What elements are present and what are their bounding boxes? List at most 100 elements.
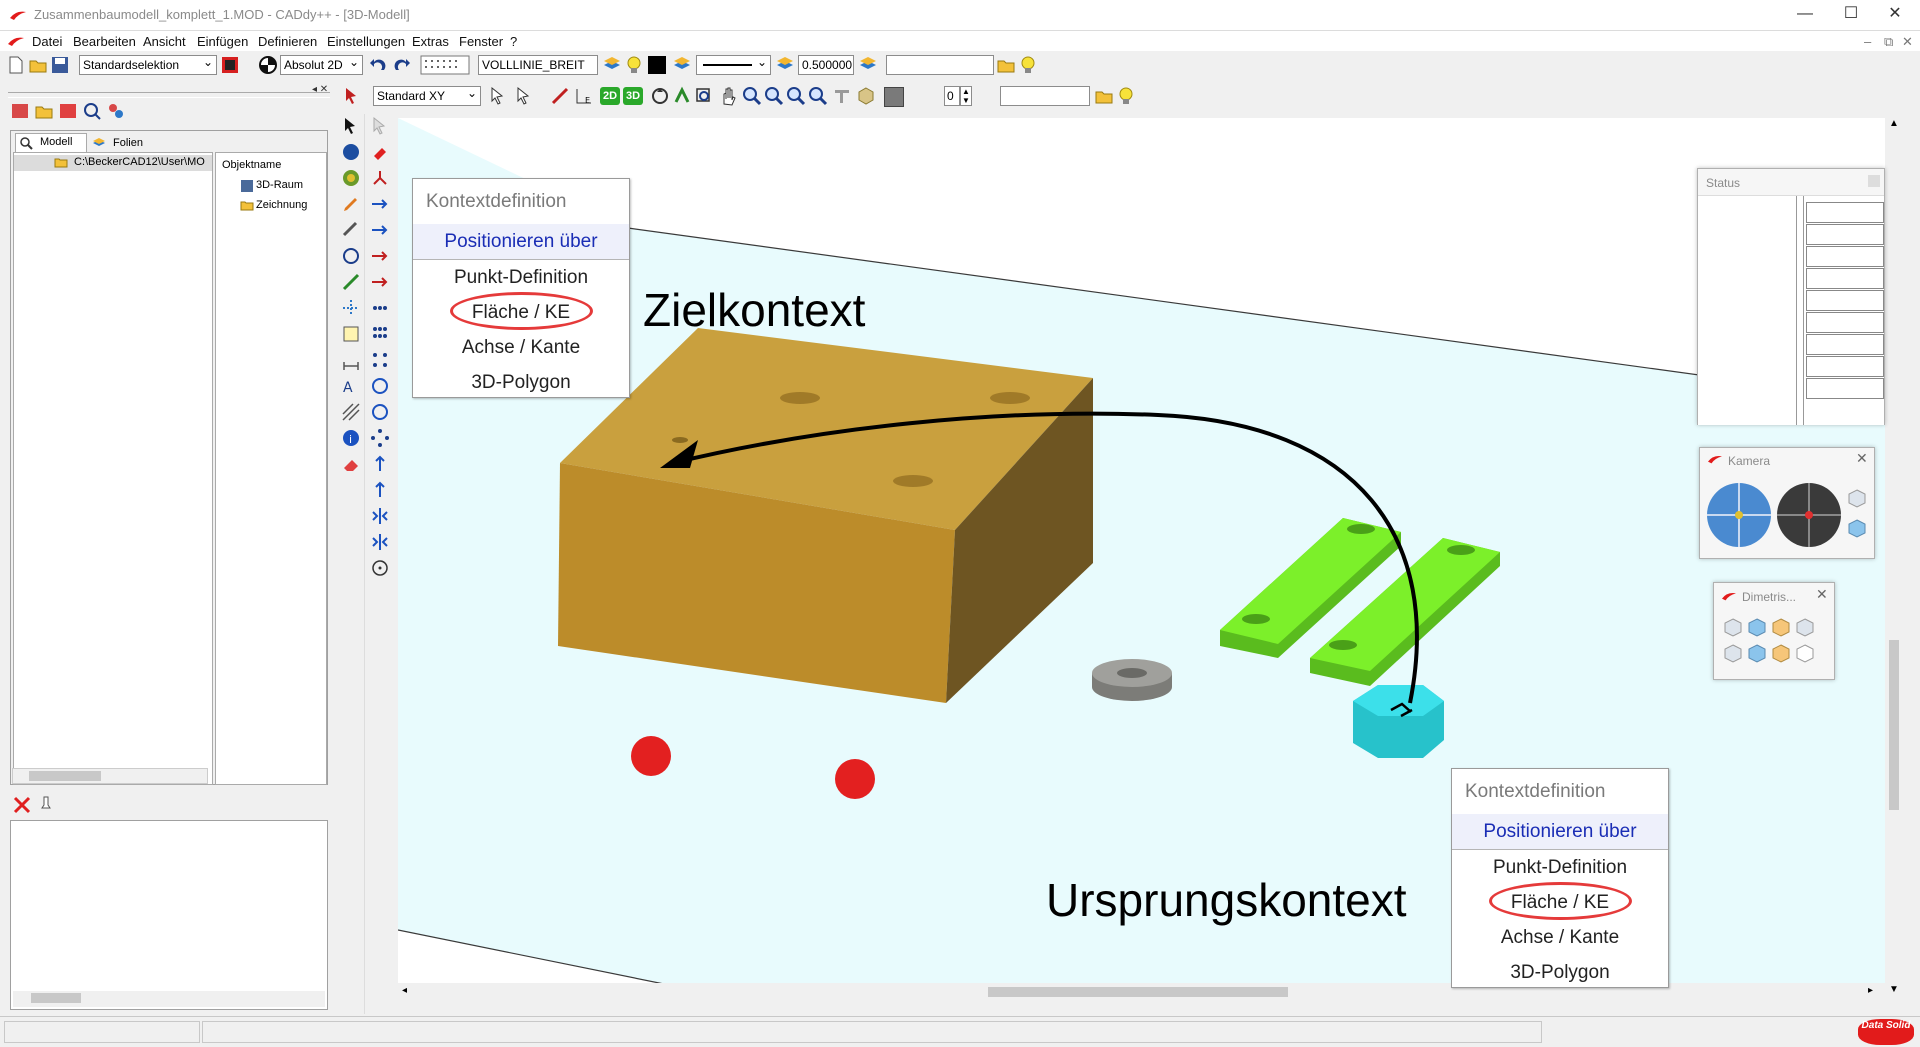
view-3d-button[interactable]: 3D [623,87,643,105]
ctx-origin-positionieren[interactable]: Positionieren über [1452,814,1668,850]
modify-tool-icon[interactable] [341,220,361,240]
zoom-all-icon[interactable] [786,86,806,106]
ctx-origin-3d-polygon[interactable]: 3D-Polygon [1452,955,1668,990]
viewport-hscroll-thumb[interactable] [988,987,1288,997]
copy-red-icon[interactable] [370,246,390,266]
orbit-icon[interactable] [650,86,670,106]
move-double-icon[interactable] [370,220,390,240]
object-3d-raum[interactable]: 3D-Raum [256,179,303,191]
scroll-up-icon[interactable]: ▲ [1889,118,1899,129]
minimize-button[interactable]: — [1790,4,1820,24]
object-zeichnung[interactable]: Zeichnung [256,199,307,211]
eraser-icon[interactable] [341,454,361,474]
grid-toggle-icon[interactable] [420,55,470,75]
info-icon[interactable]: i [341,428,361,448]
model-tree-tool-icon[interactable] [10,101,30,121]
edge-icon[interactable]: E [574,86,594,106]
copy-multi-icon[interactable] [370,272,390,292]
snap-icon[interactable] [488,86,508,106]
toolbar2-text-field[interactable] [1000,86,1090,106]
layer-number-field[interactable]: 0 [944,86,960,106]
ctx-target-positionieren[interactable]: Positionieren über [413,224,629,260]
color-swatch[interactable] [648,56,666,74]
view-plane-select[interactable]: Standard XY [373,86,481,106]
tree-path[interactable]: C:\BeckerCAD12\User\MO [74,156,205,168]
zoom-in-icon[interactable] [742,86,762,106]
pencil-tool-icon[interactable] [341,194,361,214]
camera-globe-dark-icon[interactable] [1774,480,1844,550]
menu-definieren[interactable]: Definieren [258,34,317,49]
rotate-tool-icon[interactable] [341,246,361,266]
camera-globe-blue-icon[interactable] [1704,480,1774,550]
text-area-icon[interactable] [341,324,361,344]
sphere-tool-icon[interactable] [341,142,361,162]
layer-color-icon[interactable] [672,55,692,75]
line-width-icon[interactable] [775,55,795,75]
maximize-button[interactable]: ☐ [1836,4,1866,24]
coordinate-mode-select[interactable]: Absolut 2D [280,55,363,75]
status-close-button[interactable] [1868,175,1880,187]
tab-folien[interactable]: Folien [89,135,159,151]
view-cube-3-icon[interactable] [1770,617,1792,639]
bulb-view-icon[interactable] [1116,86,1136,106]
pattern-polar-icon[interactable] [370,428,390,448]
view-cube-6-icon[interactable] [1746,643,1768,665]
select-arrow-icon[interactable] [341,116,361,136]
view-cube-7-icon[interactable] [1770,643,1792,665]
viewport-vscroll-thumb[interactable] [1889,640,1899,810]
menu-bearbeiten[interactable]: Bearbeiten [73,34,136,49]
move-blue-icon[interactable] [370,194,390,214]
redo-icon[interactable] [392,55,412,75]
properties-scrollbar[interactable] [13,991,325,1007]
view-2d-button[interactable]: 2D [600,87,620,105]
kamera-close-icon[interactable]: ✕ [1856,450,1868,467]
pin-icon[interactable] [36,795,56,815]
walk-icon[interactable] [672,86,692,106]
open-folder-icon[interactable] [28,55,48,75]
search-object-icon[interactable] [82,101,102,121]
view-cube-8-icon[interactable] [1794,643,1816,665]
left-panel-grip[interactable] [8,92,330,98]
scroll-down-icon[interactable]: ▼ [1889,984,1899,995]
layer-props-icon[interactable] [858,55,878,75]
tree-scrollbar[interactable] [12,768,208,784]
section-plane-icon[interactable] [832,86,852,106]
ctx-target-punkt-definition[interactable]: Punkt-Definition [413,260,629,295]
toolbar1-text-field[interactable] [886,55,994,75]
selection-mode-select[interactable]: Standardselektion [79,55,217,75]
settings-objects-icon[interactable] [106,101,126,121]
pan-hand-icon[interactable] [718,86,738,106]
menu-help[interactable]: ? [510,34,517,49]
view-cube-2-icon[interactable] [1746,617,1768,639]
undo-icon[interactable] [368,55,388,75]
move-red-icon[interactable] [370,142,390,162]
camera-cube-bottom-icon[interactable] [1846,518,1868,540]
point-target-icon[interactable] [370,558,390,578]
view-cube-1-icon[interactable] [1722,617,1744,639]
menu-extras[interactable]: Extras [412,34,449,49]
pointer-tool-icon[interactable] [342,86,362,106]
ctx-target-3d-polygon[interactable]: 3D-Polygon [413,365,629,400]
disabled-pointer-icon[interactable] [370,116,390,136]
camera-cube-top-icon[interactable] [1846,488,1868,510]
shade-color-swatch[interactable] [884,87,904,107]
line-tool-icon[interactable] [341,272,361,292]
mdi-minimize-button[interactable]: – [1864,34,1871,49]
mdi-close-button[interactable]: ✕ [1902,34,1913,50]
view-cube-4-icon[interactable] [1794,617,1816,639]
globe-tool-icon[interactable] [341,168,361,188]
line-type-select[interactable] [696,55,771,75]
render-cube-icon[interactable] [856,86,876,106]
snap-mode-icon[interactable] [514,86,534,106]
delete-icon[interactable] [12,795,32,815]
dimension-tool-icon[interactable] [341,350,361,370]
scroll-right-icon[interactable]: ▸ [1868,985,1873,996]
pattern-linear-icon[interactable] [370,298,390,318]
ctx-target-achse-kante[interactable]: Achse / Kante [413,330,629,365]
rotate-move-icon[interactable] [370,402,390,422]
menu-ansicht[interactable]: Ansicht [143,34,186,49]
mirror-copy-icon[interactable] [370,532,390,552]
folder-new-icon[interactable] [34,101,54,121]
zoom-out-icon[interactable] [764,86,784,106]
mirror-icon[interactable] [370,506,390,526]
